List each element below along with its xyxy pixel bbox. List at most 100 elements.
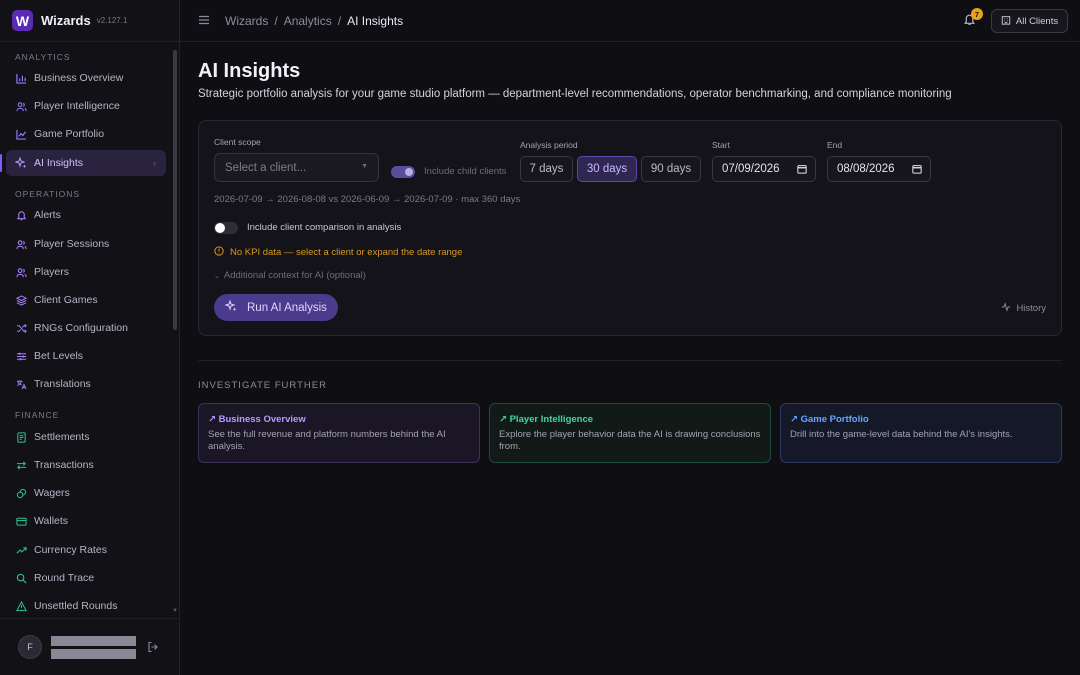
section-title-finance: FINANCE xyxy=(15,410,60,420)
calendar-icon[interactable] xyxy=(797,164,807,174)
section-divider xyxy=(198,360,1062,361)
sidebar-item-label: Currency Rates xyxy=(34,544,107,556)
users-icon xyxy=(15,238,27,250)
sidebar-item-label: Alerts xyxy=(34,209,61,221)
sidebar-item-players[interactable]: Players xyxy=(6,259,166,285)
wallet-icon xyxy=(15,515,27,527)
investigate-card-title: ↗ Game Portfolio xyxy=(790,414,869,425)
sidebar-scrollbar[interactable] xyxy=(173,50,177,330)
end-date-input[interactable]: 08/08/2026 xyxy=(827,156,931,182)
breadcrumb-item-wizards[interactable]: Wizards xyxy=(225,14,268,28)
sidebar-item-player-sessions[interactable]: Player Sessions xyxy=(6,231,166,257)
run-ai-analysis-label: Run AI Analysis xyxy=(247,301,327,314)
sidebar-item-label: Player Sessions xyxy=(34,238,110,250)
client-comparison-label: Include client comparison in analysis xyxy=(247,222,402,233)
coins-icon xyxy=(15,487,27,499)
user-email-redacted xyxy=(51,649,136,659)
sidebar-item-round-trace[interactable]: Round Trace xyxy=(6,565,166,591)
sidebar-item-unsettled-rounds[interactable]: Unsettled Rounds xyxy=(6,593,166,617)
sidebar-item-client-games[interactable]: Client Games xyxy=(6,287,166,313)
include-child-clients-label: Include child clients xyxy=(424,166,507,177)
sidebar-item-label: Wagers xyxy=(34,487,70,499)
run-ai-analysis-button[interactable]: Run AI Analysis xyxy=(214,294,338,321)
users-icon xyxy=(15,100,27,112)
alert-triangle-icon xyxy=(15,600,27,612)
section-title-analytics: ANALYTICS xyxy=(15,52,71,62)
period-90-days-button[interactable]: 90 days xyxy=(641,156,701,182)
sidebar-item-label: Client Games xyxy=(34,294,98,306)
sidebar-item-wagers[interactable]: Wagers xyxy=(6,480,166,506)
investigate-card-desc: See the full revenue and platform number… xyxy=(208,429,446,452)
calendar-icon[interactable] xyxy=(912,164,922,174)
search-icon xyxy=(15,572,27,584)
sidebar-item-currency-rates[interactable]: Currency Rates xyxy=(6,537,166,563)
sidebar-item-alerts[interactable]: Alerts xyxy=(6,202,166,228)
line-chart-icon xyxy=(15,128,27,140)
chevron-right-icon: › xyxy=(153,158,156,168)
analysis-period-label: Analysis period xyxy=(520,140,578,150)
scroll-down-icon[interactable]: ▼ xyxy=(172,608,178,614)
receipt-icon xyxy=(15,431,27,443)
end-date-label: End xyxy=(827,140,843,150)
additional-context-toggle[interactable]: ⌄ Additional context for AI (optional) xyxy=(214,270,366,281)
sidebar-item-settlements[interactable]: Settlements xyxy=(6,424,166,450)
breadcrumb-item-analytics[interactable]: Analytics xyxy=(284,14,332,28)
bar-chart-icon xyxy=(15,72,27,84)
sidebar-item-business-overview[interactable]: Business Overview xyxy=(6,65,166,91)
avatar[interactable]: F xyxy=(18,635,42,659)
investigate-card-title: ↗ Player Intelligence xyxy=(499,414,594,425)
activity-icon xyxy=(1001,302,1011,315)
logout-icon[interactable] xyxy=(147,641,159,653)
brand[interactable]: W Wizards v2.127.1 xyxy=(0,0,179,42)
building-icon xyxy=(1001,15,1011,28)
alert-circle-icon xyxy=(214,246,224,259)
section-title-operations: OPERATIONS xyxy=(15,189,81,199)
bell-icon xyxy=(15,209,27,221)
topbar: Wizards / Analytics / AI Insights 7 All … xyxy=(180,0,1080,42)
sidebar-item-translations[interactable]: Translations xyxy=(6,371,166,397)
history-button[interactable]: History xyxy=(1001,302,1046,315)
end-date-value: 08/08/2026 xyxy=(837,163,895,175)
sidebar-item-label: RNGs Configuration xyxy=(34,322,128,334)
breadcrumb-separator: / xyxy=(274,14,278,28)
sidebar-item-player-intelligence[interactable]: Player Intelligence xyxy=(6,93,166,119)
sidebar-item-game-portfolio[interactable]: Game Portfolio xyxy=(6,121,166,147)
sidebar-nav: ANALYTICS Business Overview Player Intel… xyxy=(0,42,172,617)
investigate-card-game-portfolio[interactable]: ↗ Game Portfolio Drill into the game-lev… xyxy=(780,403,1062,463)
menu-icon[interactable] xyxy=(198,14,210,29)
client-comparison-toggle[interactable] xyxy=(214,222,238,234)
sidebar-item-rngs-configuration[interactable]: RNGs Configuration xyxy=(6,315,166,341)
languages-icon xyxy=(15,378,27,390)
chevron-down-icon: ⌄ xyxy=(214,273,220,280)
start-date-value: 07/09/2026 xyxy=(722,163,780,175)
investigate-card-title: ↗ Business Overview xyxy=(208,414,306,425)
all-clients-button[interactable]: All Clients xyxy=(991,9,1068,33)
app-version: v2.127.1 xyxy=(96,16,128,25)
sidebar-item-label: Wallets xyxy=(34,515,69,527)
sidebar-item-label: Game Portfolio xyxy=(34,128,105,140)
sidebar-item-wallets[interactable]: Wallets xyxy=(6,508,166,534)
period-7-days-button[interactable]: 7 days xyxy=(520,156,573,182)
start-date-input[interactable]: 07/09/2026 xyxy=(712,156,816,182)
sparkles-icon xyxy=(15,157,27,169)
notification-count-badge: 7 xyxy=(971,8,983,20)
sidebar-item-ai-insights[interactable]: AI Insights › xyxy=(0,150,166,176)
period-30-days-button[interactable]: 30 days xyxy=(577,156,637,182)
investigate-card-business-overview[interactable]: ↗ Business Overview See the full revenue… xyxy=(198,403,480,463)
sidebar-item-label: Transactions xyxy=(34,459,94,471)
sidebar: W Wizards v2.127.1 ANALYTICS Business Ov… xyxy=(0,0,180,675)
client-select[interactable]: Select a client... ▼ xyxy=(214,153,379,182)
history-label: History xyxy=(1016,303,1046,314)
sidebar-item-label: Settlements xyxy=(34,431,90,443)
trending-up-icon xyxy=(15,544,27,556)
users-icon xyxy=(15,266,27,278)
client-select-placeholder: Select a client... xyxy=(225,161,307,174)
include-child-clients-toggle[interactable] xyxy=(391,166,415,178)
sidebar-item-bet-levels[interactable]: Bet Levels xyxy=(6,343,166,369)
sidebar-item-label: Translations xyxy=(34,378,91,390)
start-date-label: Start xyxy=(712,140,730,150)
date-range-summary: 2026-07-09 → 2026-08-08 vs 2026-06-09 → … xyxy=(214,194,521,205)
sidebar-item-transactions[interactable]: Transactions xyxy=(6,452,166,478)
investigate-card-player-intelligence[interactable]: ↗ Player Intelligence Explore the player… xyxy=(489,403,771,463)
sidebar-item-label: Business Overview xyxy=(34,72,124,84)
